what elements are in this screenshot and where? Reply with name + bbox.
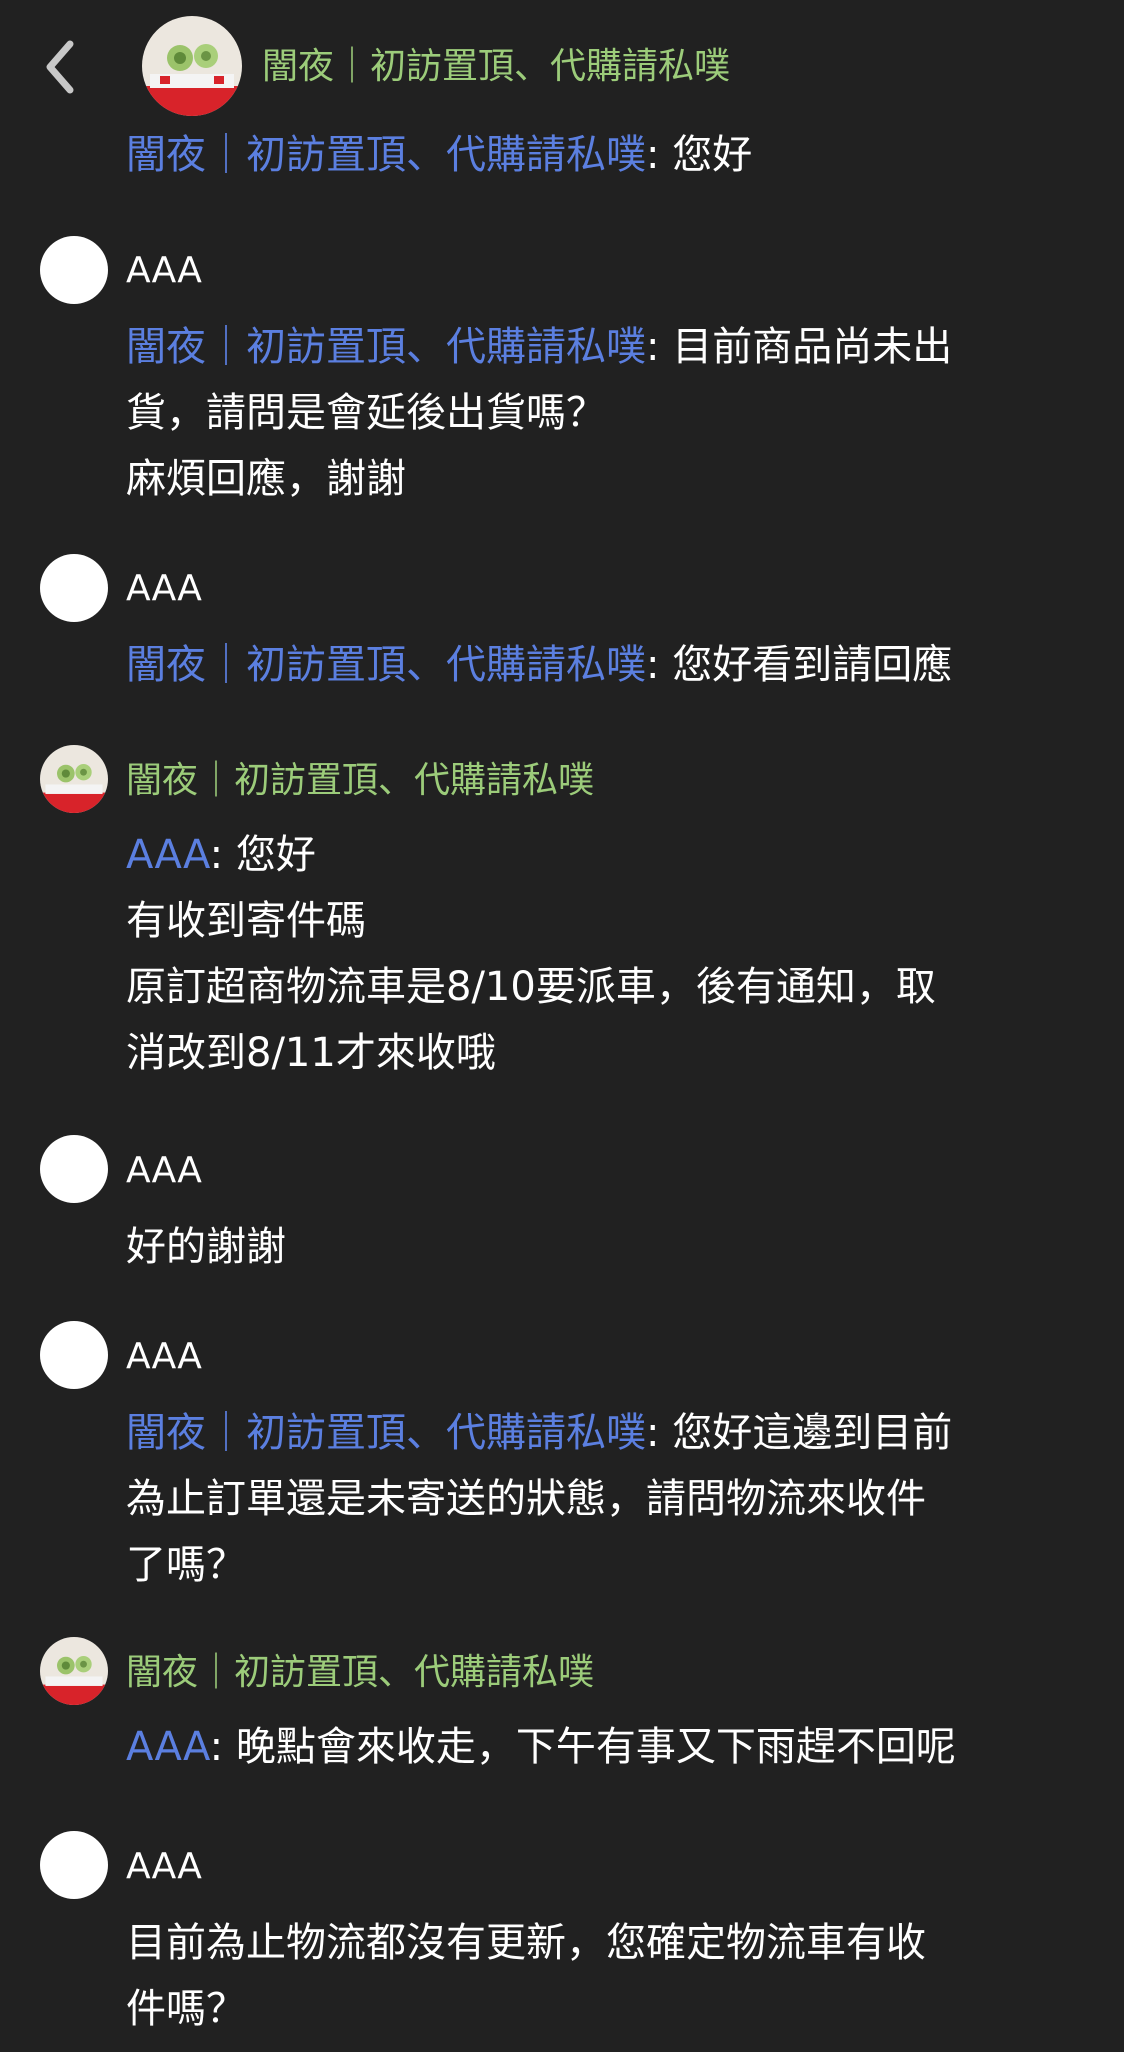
user-avatar[interactable] <box>40 554 108 622</box>
message-body: 目前為止物流都沒有更新，您確定物流車有收 件嗎？ <box>126 1910 1076 2042</box>
shop-avatar-image <box>40 1637 108 1705</box>
message-body: AAA: 您好 有收到寄件碼 原訂超商物流車是8/10要派車，後有通知，取 消改… <box>126 822 1076 1086</box>
sender-name[interactable]: 闇夜｜初訪置頂、代購請私噗 <box>126 756 594 806</box>
message-text: : 晚點會來收走，下午有事又下雨趕不回呢 <box>209 1724 956 1770</box>
message-body: AAA: 晚點會來收走，下午有事又下雨趕不回呢 <box>126 1714 1076 1780</box>
message-line: 為止訂單還是未寄送的狀態，請問物流來收件 <box>126 1476 926 1522</box>
message-line: 闇夜｜初訪置頂、代購請私噗: 您好 <box>126 122 1076 188</box>
message-text: : 您好看到請回應 <box>646 642 953 688</box>
message-line: 闇夜｜初訪置頂、代購請私噗: 目前商品尚未出 <box>126 314 1076 380</box>
mention-link[interactable]: 闇夜｜初訪置頂、代購請私噗 <box>126 324 646 370</box>
message-body: 闇夜｜初訪置頂、代購請私噗: 您好看到請回應 <box>126 632 1076 698</box>
chat-header: 闇夜｜初訪置頂、代購請私噗 <box>0 0 1124 130</box>
message-line: 有收到寄件碼 <box>126 898 366 944</box>
sender-name[interactable]: AAA <box>126 1146 202 1196</box>
message-body: 闇夜｜初訪置頂、代購請私噗: 您好 <box>126 122 1076 188</box>
shop-avatar[interactable] <box>40 1637 108 1705</box>
message-body: 闇夜｜初訪置頂、代購請私噗: 目前商品尚未出 貨，請問是會延後出貨嗎？ 麻煩回應… <box>126 314 1076 512</box>
user-avatar[interactable] <box>40 1135 108 1203</box>
message-line: 麻煩回應，謝謝 <box>126 456 406 502</box>
sender-name[interactable]: AAA <box>126 1332 202 1382</box>
message-body: 闇夜｜初訪置頂、代購請私噗: 您好這邊到目前 為止訂單還是未寄送的狀態，請問物流… <box>126 1400 1076 1598</box>
user-avatar[interactable] <box>40 1831 108 1899</box>
mention-link[interactable]: AAA <box>126 1724 210 1770</box>
message-text: : 目前商品尚未出 <box>646 324 953 370</box>
mention-link[interactable]: 闇夜｜初訪置頂、代購請私噗 <box>126 642 646 688</box>
user-avatar[interactable] <box>40 1321 108 1389</box>
sender-name[interactable]: AAA <box>126 246 202 296</box>
user-avatar[interactable] <box>40 236 108 304</box>
shop-avatar-image <box>142 16 242 116</box>
back-button[interactable] <box>36 32 88 102</box>
mention-link[interactable]: 闇夜｜初訪置頂、代購請私噗 <box>126 1410 646 1456</box>
message-text: : 您好 <box>646 132 753 178</box>
message-line: 消改到8/11才來收哦 <box>126 1030 496 1076</box>
sender-name[interactable]: AAA <box>126 1842 202 1892</box>
message-line: 闇夜｜初訪置頂、代購請私噗: 您好看到請回應 <box>126 632 1076 698</box>
message-line: 了嗎？ <box>126 1542 246 1588</box>
message-line: 貨，請問是會延後出貨嗎？ <box>126 390 606 436</box>
message-text: : 您好 <box>209 832 316 878</box>
message-line: AAA: 您好 <box>126 822 1076 888</box>
message-text: : 您好這邊到目前 <box>646 1410 953 1456</box>
message-line: 闇夜｜初訪置頂、代購請私噗: 您好這邊到目前 <box>126 1400 1076 1466</box>
message-line: 件嗎？ <box>126 1986 246 2032</box>
shop-avatar-image <box>40 745 108 813</box>
message-line: 目前為止物流都沒有更新，您確定物流車有收 <box>126 1920 926 1966</box>
shop-avatar[interactable] <box>142 16 242 116</box>
sender-name[interactable]: 闇夜｜初訪置頂、代購請私噗 <box>126 1648 594 1698</box>
message-line: 好的謝謝 <box>126 1224 286 1270</box>
message-body: 好的謝謝 <box>126 1214 1076 1280</box>
chat-title[interactable]: 闇夜｜初訪置頂、代購請私噗 <box>262 42 730 92</box>
shop-avatar[interactable] <box>40 745 108 813</box>
mention-link[interactable]: 闇夜｜初訪置頂、代購請私噗 <box>126 132 646 178</box>
chevron-left-icon <box>46 40 74 94</box>
message-line: AAA: 晚點會來收走，下午有事又下雨趕不回呢 <box>126 1714 1076 1780</box>
mention-link[interactable]: AAA <box>126 832 210 878</box>
sender-name[interactable]: AAA <box>126 564 202 614</box>
message-line: 原訂超商物流車是8/10要派車，後有通知，取 <box>126 964 936 1010</box>
